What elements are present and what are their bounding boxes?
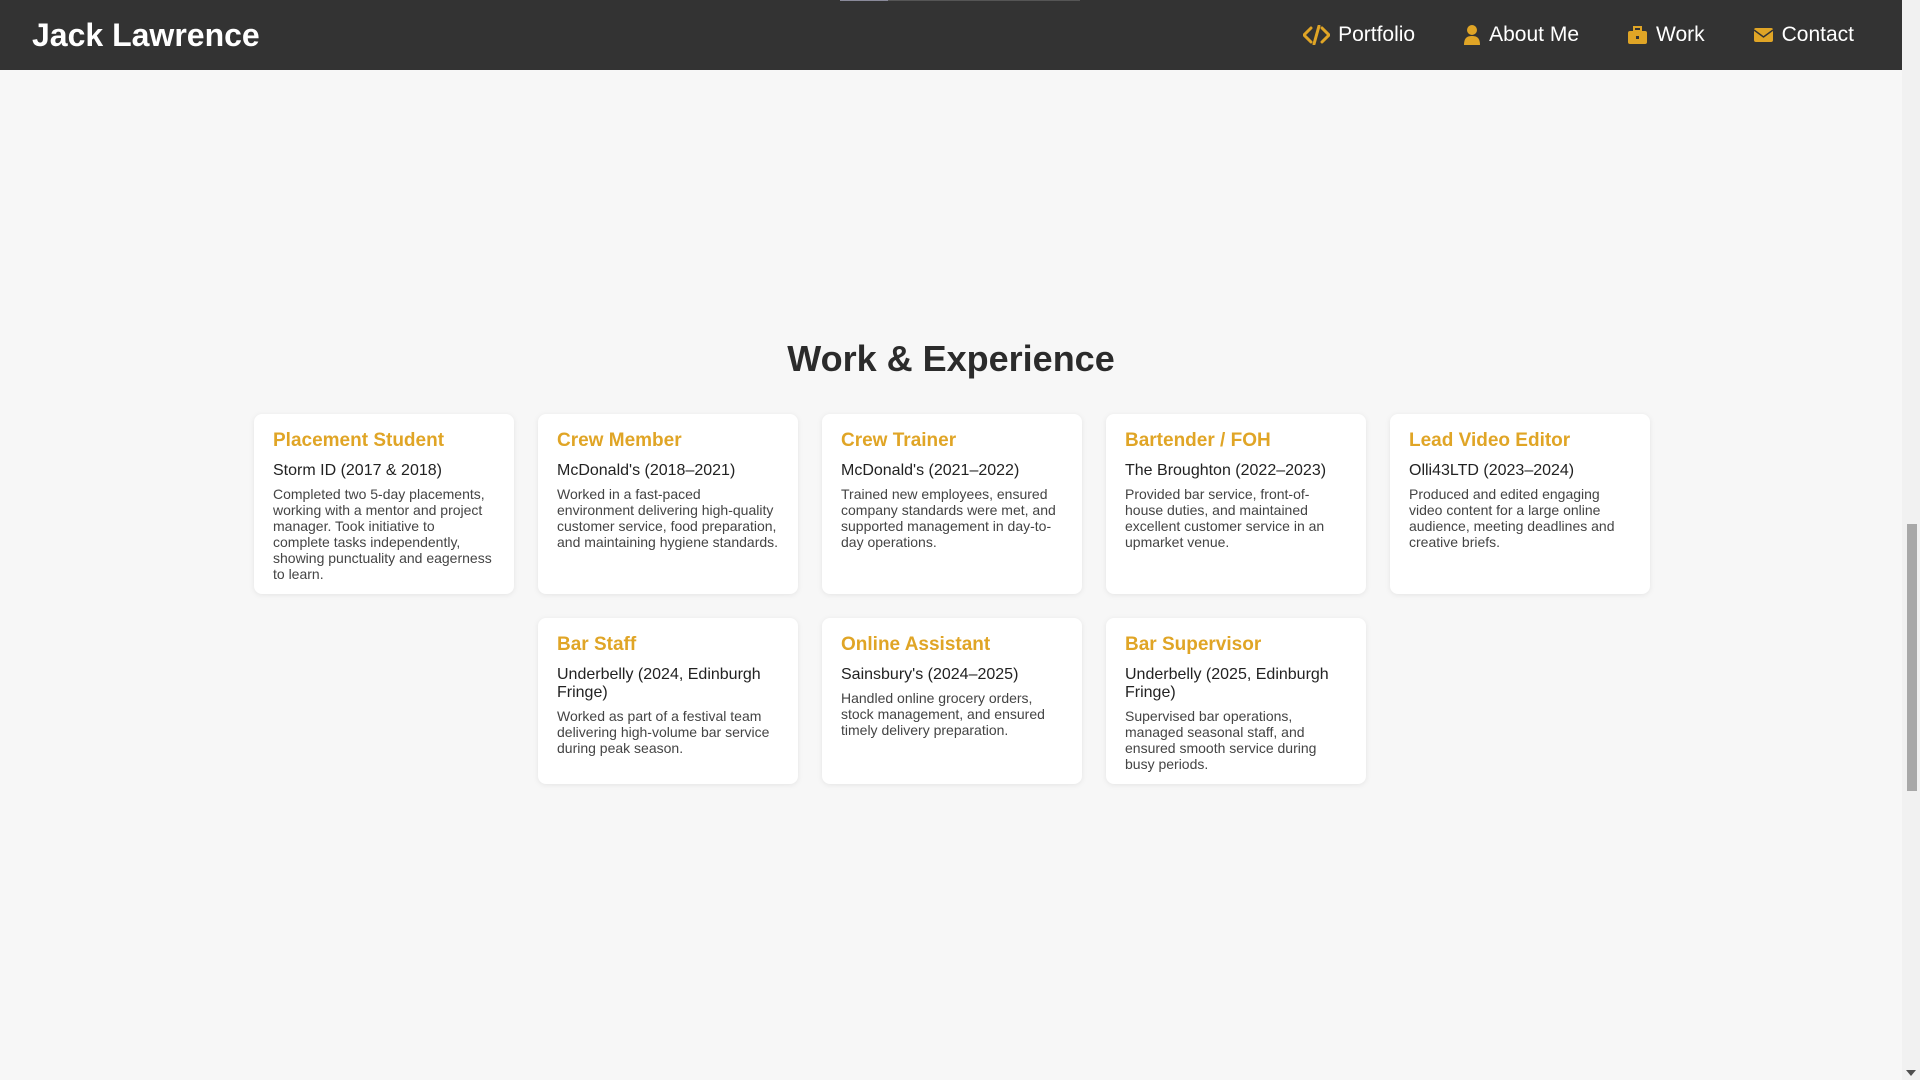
card-desc: Provided bar service, front-of-house dut… (1125, 486, 1325, 550)
experience-card: Crew Member McDonald's (2018–2021) Worke… (538, 414, 798, 594)
card-org: Storm ID (2017 & 2018) (273, 462, 442, 479)
card-title: Crew Trainer (841, 430, 957, 451)
card-org: The Broughton (2022–2023) (1125, 462, 1327, 479)
experience-card: Lead Video Editor Olli43LTD (2023–2024) … (1390, 414, 1650, 594)
page-scrollbar[interactable] (1902, 0, 1920, 1080)
card-desc: Worked as part of a festival team delive… (557, 708, 770, 756)
nav-work-label: Work (1656, 23, 1705, 46)
experience-row: Placement Student Storm ID (2017 & 2018)… (254, 414, 1650, 594)
card-org: Underbelly (2025, Edinburgh Fringe) (1125, 666, 1329, 701)
main-nav: Portfolio About Me Work Contact (1303, 23, 1854, 47)
card-title: Placement Student (273, 430, 445, 451)
nav-about-label: About Me (1489, 23, 1579, 46)
card-title: Bartender / FOH (1125, 430, 1271, 451)
envelope-icon (1753, 27, 1774, 43)
nav-contact[interactable]: Contact (1753, 23, 1854, 47)
code-icon (1303, 25, 1331, 45)
nav-portfolio-label: Portfolio (1338, 23, 1416, 46)
card-desc: Worked in a fast-paced environment deliv… (557, 486, 779, 550)
experience-card: Crew Trainer McDonald's (2021–2022) Trai… (822, 414, 1082, 594)
card-desc: Supervised bar operations, managed seaso… (1125, 708, 1317, 772)
card-title: Crew Member (557, 430, 682, 451)
card-org: Underbelly (2024, Edinburgh Fringe) (557, 666, 761, 701)
card-org: Sainsbury's (2024–2025) (841, 666, 1019, 683)
card-title: Bar Supervisor (1125, 634, 1262, 655)
card-desc: Trained new employees, ensured company s… (841, 486, 1056, 550)
experience-card: Bar Staff Underbelly (2024, Edinburgh Fr… (538, 618, 798, 784)
card-title: Lead Video Editor (1409, 430, 1571, 451)
scroll-down-arrow-icon[interactable] (1906, 1070, 1916, 1076)
card-desc: Produced and edited engaging video conte… (1409, 486, 1615, 550)
experience-card: Online Assistant Sainsbury's (2024–2025)… (822, 618, 1082, 784)
experience-card: Bar Supervisor Underbelly (2025, Edinbur… (1106, 618, 1366, 784)
section-title: Work & Experience (787, 338, 1115, 379)
card-org: Olli43LTD (2023–2024) (1409, 462, 1575, 479)
card-desc: Completed two 5-day placements, working … (273, 486, 492, 582)
nav-portfolio[interactable]: Portfolio (1303, 23, 1415, 47)
page: Jack Lawrence Portfolio About Me Work Co… (0, 0, 1920, 1080)
card-org: McDonald's (2018–2021) (557, 462, 736, 479)
experience-card: Placement Student Storm ID (2017 & 2018)… (254, 414, 514, 594)
brand-name[interactable]: Jack Lawrence (32, 17, 260, 54)
card-desc: Handled online grocery orders, stock man… (841, 690, 1045, 738)
site-header: Jack Lawrence Portfolio About Me Work Co… (0, 0, 1902, 70)
user-icon (1463, 24, 1481, 46)
card-title: Bar Staff (557, 634, 637, 655)
experience-grid: Placement Student Storm ID (2017 & 2018)… (254, 414, 1650, 808)
scroll-indicator-bar (840, 0, 1080, 1)
card-org: McDonald's (2021–2022) (841, 462, 1020, 479)
nav-work[interactable]: Work (1627, 23, 1705, 47)
card-title: Online Assistant (841, 634, 991, 655)
briefcase-icon (1627, 25, 1648, 45)
experience-card: Bartender / FOH The Broughton (2022–2023… (1106, 414, 1366, 594)
nav-about[interactable]: About Me (1463, 23, 1579, 47)
scrollbar-thumb[interactable] (1907, 524, 1917, 791)
nav-contact-label: Contact (1781, 23, 1854, 46)
experience-row: Bar Staff Underbelly (2024, Edinburgh Fr… (254, 618, 1650, 784)
